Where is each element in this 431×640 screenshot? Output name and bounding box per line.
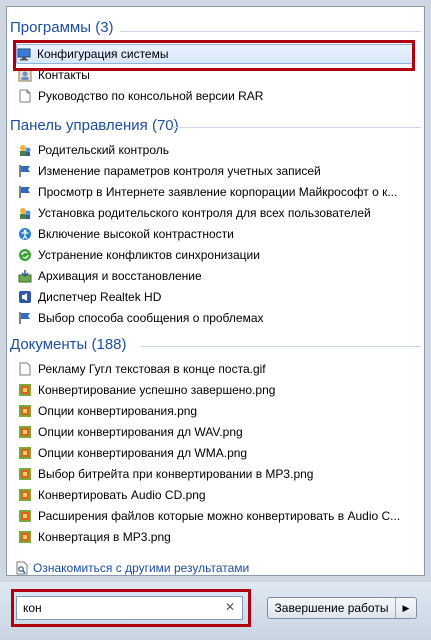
doc-item[interactable]: Конвертация в MP3.png bbox=[18, 527, 421, 547]
doc-item[interactable]: Конвертировать Audio CD.png bbox=[18, 485, 421, 505]
doc-item-label: Конвертация в MP3.png bbox=[38, 530, 171, 544]
cp-item-label: Просмотр в Интернете заявление корпораци… bbox=[38, 185, 398, 199]
parental-control-icon bbox=[18, 206, 32, 220]
cp-item-label: Изменение параметров контроля учетных за… bbox=[38, 164, 321, 178]
doc-item-label: Выбор битрейта при конвертировании в MP3… bbox=[38, 467, 314, 481]
cp-item-parental-control[interactable]: Родительский контроль bbox=[18, 140, 421, 160]
cp-item-label: Установка родительского контроля для все… bbox=[38, 206, 371, 220]
program-item-label: Конфигурация системы bbox=[37, 47, 169, 61]
programs-divider bbox=[120, 31, 421, 32]
system-config-icon bbox=[17, 47, 31, 61]
search-results-icon bbox=[16, 561, 28, 575]
image-file-icon bbox=[18, 446, 32, 460]
doc-item-label: Опции конвертирования.png bbox=[38, 404, 198, 418]
cp-item-uac-settings[interactable]: Изменение параметров контроля учетных за… bbox=[18, 161, 421, 181]
doc-item[interactable]: Опции конвертирования.png bbox=[18, 401, 421, 421]
doc-item-label: Конвертировать Audio CD.png bbox=[38, 488, 206, 502]
program-item-label: Контакты bbox=[38, 68, 90, 82]
doc-item-label: Рекламу Гугл текстовая в конце поста.gif bbox=[38, 362, 266, 376]
document-icon bbox=[18, 89, 32, 103]
shutdown-label[interactable]: Завершение работы bbox=[268, 598, 395, 618]
see-more-results-link[interactable]: Ознакомиться с другими результатами bbox=[16, 561, 249, 575]
sync-icon bbox=[18, 248, 32, 262]
control-panel-divider bbox=[172, 127, 421, 128]
doc-item[interactable]: Опции конвертирования дл WAV.png bbox=[18, 422, 421, 442]
cp-item-label: Выбор способа сообщения о проблемах bbox=[38, 311, 264, 325]
cp-item-privacy-statement[interactable]: Просмотр в Интернете заявление корпораци… bbox=[18, 182, 421, 202]
clear-search-icon[interactable]: ✕ bbox=[225, 600, 235, 614]
see-more-results-label: Ознакомиться с другими результатами bbox=[33, 561, 250, 575]
image-file-icon bbox=[18, 488, 32, 502]
doc-item[interactable]: Рекламу Гугл текстовая в конце поста.gif bbox=[18, 359, 421, 379]
doc-item-label: Опции конвертирования дл WAV.png bbox=[38, 425, 243, 439]
cp-item-label: Включение высокой контрастности bbox=[38, 227, 234, 241]
speaker-icon bbox=[18, 290, 32, 304]
cp-item-parental-all-users[interactable]: Установка родительского контроля для все… bbox=[18, 203, 421, 223]
documents-header[interactable]: Документы (188) bbox=[10, 336, 127, 353]
image-file-icon bbox=[18, 467, 32, 481]
image-file-icon bbox=[18, 404, 32, 418]
shutdown-button[interactable]: Завершение работы ▶ bbox=[267, 597, 417, 619]
doc-item[interactable]: Выбор битрейта при конвертировании в MP3… bbox=[18, 464, 421, 484]
cp-item-problem-reporting[interactable]: Выбор способа сообщения о проблемах bbox=[18, 308, 421, 328]
cp-item-sync-conflicts[interactable]: Устранение конфликтов синхронизации bbox=[18, 245, 421, 265]
image-file-icon bbox=[18, 509, 32, 523]
flag-icon bbox=[18, 164, 32, 178]
doc-item-label: Опции конвертирования дл WMA.png bbox=[38, 446, 248, 460]
image-file-icon bbox=[18, 425, 32, 439]
image-file-icon bbox=[18, 362, 32, 376]
cp-item-realtek-hd[interactable]: Диспетчер Realtek HD bbox=[18, 287, 421, 307]
search-box[interactable]: ✕ bbox=[16, 596, 243, 620]
shutdown-options-arrow-icon[interactable]: ▶ bbox=[395, 598, 416, 618]
flag-icon bbox=[18, 311, 32, 325]
backup-icon bbox=[18, 269, 32, 283]
cp-item-label: Архивация и восстановление bbox=[38, 269, 202, 283]
flag-icon bbox=[18, 185, 32, 199]
cp-item-label: Устранение конфликтов синхронизации bbox=[38, 248, 260, 262]
cp-item-label: Родительский контроль bbox=[38, 143, 169, 157]
program-item-system-config[interactable]: Конфигурация системы bbox=[16, 44, 415, 64]
doc-item[interactable]: Расширения файлов которые можно конверти… bbox=[18, 506, 421, 526]
image-file-icon bbox=[18, 530, 32, 544]
cp-item-backup-restore[interactable]: Архивация и восстановление bbox=[18, 266, 421, 286]
program-item-rar-manual[interactable]: Руководство по консольной версии RAR bbox=[18, 86, 421, 106]
documents-divider bbox=[140, 346, 421, 347]
search-input[interactable] bbox=[23, 601, 203, 615]
image-file-icon bbox=[18, 383, 32, 397]
doc-item-label: Расширения файлов которые можно конверти… bbox=[38, 509, 401, 523]
program-item-contacts[interactable]: Контакты bbox=[18, 65, 421, 85]
doc-item[interactable]: Опции конвертирования дл WMA.png bbox=[18, 443, 421, 463]
parental-control-icon bbox=[18, 143, 32, 157]
accessibility-icon bbox=[18, 227, 32, 241]
program-item-label: Руководство по консольной версии RAR bbox=[38, 89, 264, 103]
control-panel-header[interactable]: Панель управления (70) bbox=[10, 117, 179, 134]
doc-item[interactable]: Конвертирование успешно завершено.png bbox=[18, 380, 421, 400]
contacts-icon bbox=[18, 68, 32, 82]
cp-item-label: Диспетчер Realtek HD bbox=[38, 290, 162, 304]
cp-item-high-contrast[interactable]: Включение высокой контрастности bbox=[18, 224, 421, 244]
programs-header[interactable]: Программы (3) bbox=[10, 19, 114, 36]
doc-item-label: Конвертирование успешно завершено.png bbox=[38, 383, 276, 397]
